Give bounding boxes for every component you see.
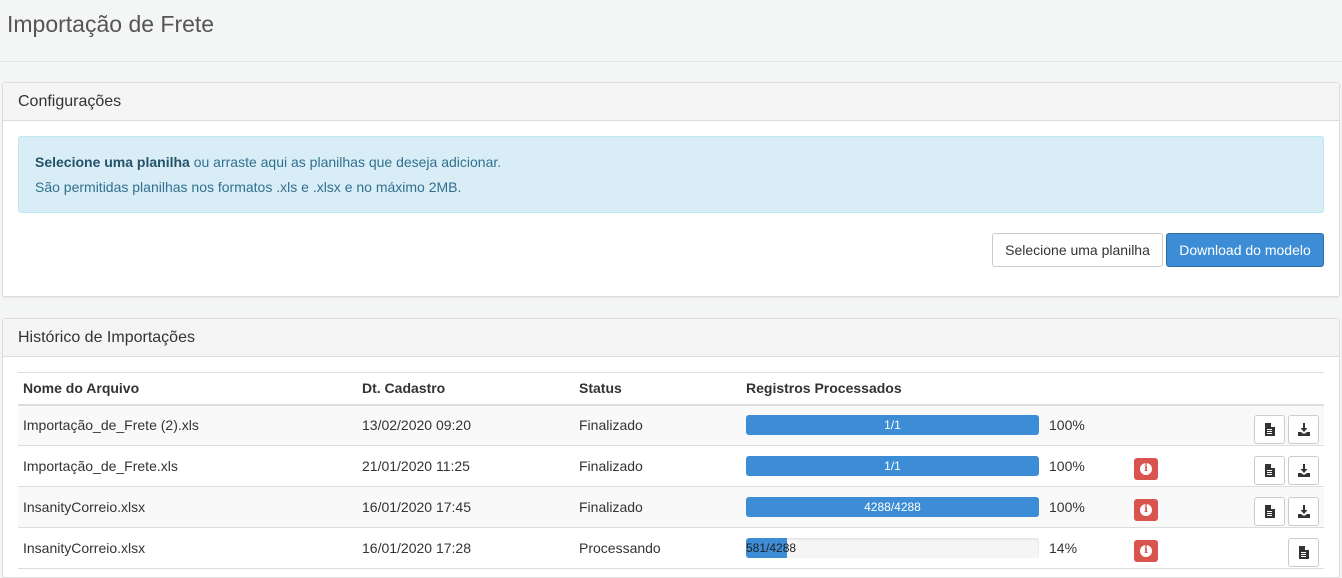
info-icon: i (1140, 462, 1152, 475)
cell-file-name: InsanityCorreio.xlsx (23, 499, 146, 515)
view-file-button[interactable] (1254, 496, 1285, 526)
select-spreadsheet-button[interactable]: Selecione uma planilha (992, 233, 1163, 267)
error-info-button[interactable]: i (1134, 457, 1158, 480)
progress-bar: 581/4288 (746, 538, 1039, 558)
col-header-records: Registros Processados (746, 380, 902, 397)
download-file-button[interactable] (1288, 414, 1319, 444)
download-file-button[interactable] (1288, 496, 1319, 526)
progress-bar: 4288/4288 (746, 497, 1039, 517)
config-panel-heading: Configurações (3, 83, 1339, 121)
progress-bar: 1/1 (746, 415, 1039, 436)
progress-label: 581/4288 (746, 541, 797, 555)
cell-info (1129, 405, 1169, 446)
view-file-button[interactable] (1254, 455, 1285, 485)
progress-label: 4288/4288 (864, 500, 921, 514)
col-header-file: Nome do Arquivo (23, 380, 140, 397)
cell-info: i (1129, 528, 1169, 569)
cell-progress: 4288/4288 (741, 487, 1044, 528)
cell-status: Finalizado (579, 458, 643, 474)
cell-info: i (1129, 487, 1169, 528)
info-icon: i (1140, 503, 1152, 516)
alert-text: ou arraste aqui as planilhas que deseja … (189, 154, 502, 170)
cell-percent: 100% (1049, 458, 1085, 474)
table-row: InsanityCorreio.xlsx 16/01/2020 17:45 Fina… (18, 486, 1324, 528)
cell-status: Processando (579, 540, 661, 556)
cell-file-name: Importação_de_Frete (2).xls (23, 417, 199, 434)
table-row: Importação_de_Frete.xls 21/01/2020 11:25 F… (18, 446, 1324, 487)
col-header-percent (1044, 373, 1129, 405)
cell-file-name: InsanityCorreio.xlsx (23, 540, 146, 556)
progress-label: 1/1 (884, 418, 901, 433)
alert-line-1: Selecione uma planilha ou arraste aqui a… (35, 154, 1307, 170)
cell-actions (1169, 487, 1324, 528)
history-table: Nome do Arquivo Dt. Cadastro Status Regi… (18, 372, 1324, 569)
alert-bold-text: Selecione uma planilha (35, 154, 190, 170)
page-header: Importação de Frete (0, 0, 1342, 62)
config-panel: Configurações Selecione uma planilha ou … (2, 82, 1340, 297)
table-row: InsanityCorreio.xlsx 16/01/2020 17:28 Proc… (18, 528, 1324, 569)
cell-info: i (1129, 446, 1169, 487)
info-icon: i (1140, 544, 1152, 557)
download-file-button[interactable] (1288, 455, 1319, 485)
history-panel-heading: Histórico de Importações (3, 319, 1339, 357)
cell-percent: 100% (1049, 417, 1085, 434)
dropzone-alert[interactable]: Selecione uma planilha ou arraste aqui a… (18, 136, 1324, 213)
col-header-actions (1169, 373, 1324, 405)
cell-date: 16/01/2020 17:28 (362, 540, 471, 556)
cell-file-name: Importação_de_Frete.xls (23, 458, 178, 474)
cell-percent: 100% (1049, 499, 1085, 515)
cell-date: 21/01/2020 11:25 (362, 458, 470, 474)
cell-status: Finalizado (579, 417, 643, 434)
cell-date: 13/02/2020 09:20 (362, 417, 471, 434)
cell-actions (1169, 528, 1324, 569)
cell-percent: 14% (1049, 540, 1078, 556)
table-header-row: Nome do Arquivo Dt. Cadastro Status Regi… (18, 372, 1324, 405)
page-title: Importação de Frete (7, 11, 215, 37)
cell-progress: 1/1 (741, 446, 1044, 487)
cell-actions (1169, 405, 1324, 446)
cell-status: Finalizado (579, 499, 643, 515)
cell-actions (1169, 446, 1324, 487)
cell-progress: 1/1 (741, 405, 1044, 446)
table-row: Importação_de_Frete (2).xls 13/02/2020 09… (18, 404, 1324, 446)
col-header-info (1129, 373, 1169, 405)
alert-line-2: São permitidas planilhas nos formatos .x… (35, 179, 462, 195)
col-header-status: Status (579, 380, 622, 397)
progress-label: 1/1 (884, 459, 901, 473)
error-info-button[interactable]: i (1134, 539, 1158, 562)
download-template-button[interactable]: Download do modelo (1166, 233, 1324, 267)
error-info-button[interactable]: i (1134, 498, 1158, 521)
cell-date: 16/01/2020 17:45 (362, 499, 471, 515)
col-header-date: Dt. Cadastro (362, 380, 446, 397)
progress-bar: 1/1 (746, 456, 1039, 476)
cell-progress: 581/4288 (741, 528, 1044, 569)
history-panel: Histórico de Importações Nome do Arquivo… (2, 318, 1340, 578)
view-file-button[interactable] (1288, 537, 1319, 567)
view-file-button[interactable] (1254, 414, 1285, 444)
